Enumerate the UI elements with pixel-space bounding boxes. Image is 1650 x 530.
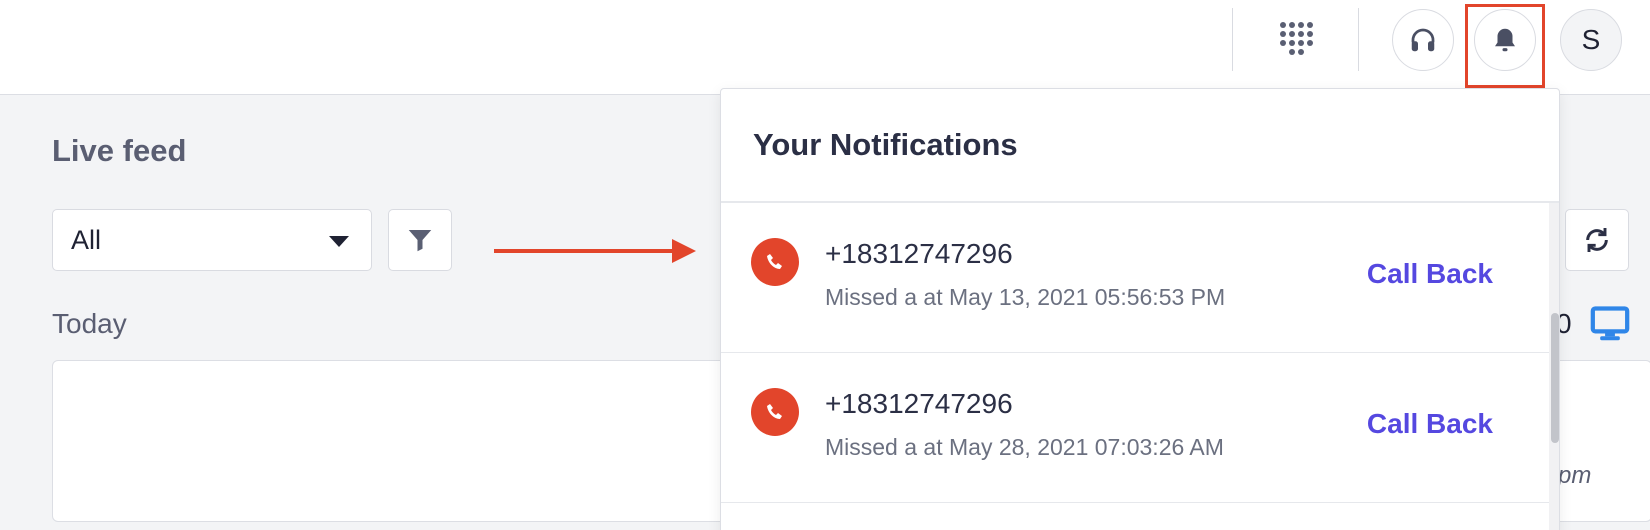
call-back-button[interactable]: Call Back — [1367, 258, 1493, 290]
caller-number: +18312747296 — [825, 388, 1013, 419]
notification-item: +18312747296 Missed a at May 13, 2021 05… — [721, 203, 1549, 353]
refresh-button[interactable] — [1565, 209, 1629, 271]
select-value: All — [71, 224, 102, 255]
time-fragment: pm — [1558, 462, 1592, 489]
monitor-icon[interactable] — [1590, 306, 1630, 342]
notification-item: +18312747296 Missed a at May 28, 2021 07… — [721, 353, 1549, 503]
headset-button[interactable] — [1392, 9, 1454, 71]
headset-icon — [1411, 28, 1435, 52]
caller-number: +18312747296 — [825, 238, 1013, 269]
section-label-today: Today — [52, 308, 127, 339]
refresh-icon — [1586, 228, 1608, 252]
caret-down-icon — [329, 236, 349, 247]
dialpad-icon[interactable] — [1280, 22, 1314, 56]
divider — [1232, 8, 1233, 71]
missed-call-icon — [751, 238, 799, 286]
panel-title: Your Notifications — [753, 127, 1018, 162]
scrollbar-thumb[interactable] — [1551, 313, 1559, 443]
notifications-panel: Your Notifications +18312747296 Missed a… — [720, 88, 1560, 530]
filter-button[interactable] — [388, 209, 452, 271]
avatar[interactable]: S — [1560, 9, 1622, 71]
filter-icon — [408, 230, 432, 252]
annotation-arrow-head — [672, 239, 696, 263]
missed-call-time: Missed a at May 13, 2021 05:56:53 PM — [825, 284, 1226, 310]
top-bar: S — [0, 0, 1650, 95]
divider — [1358, 8, 1359, 71]
missed-call-time: Missed a at May 28, 2021 07:03:26 AM — [825, 434, 1224, 460]
feed-filter-select[interactable]: All — [52, 209, 372, 271]
page-title: Live feed — [52, 133, 187, 168]
highlight-box — [1465, 4, 1545, 88]
avatar-initial: S — [1581, 24, 1601, 55]
call-back-button[interactable]: Call Back — [1367, 408, 1493, 440]
annotation-arrow — [494, 249, 674, 253]
scrollbar[interactable] — [1549, 203, 1559, 530]
missed-call-icon — [751, 388, 799, 436]
